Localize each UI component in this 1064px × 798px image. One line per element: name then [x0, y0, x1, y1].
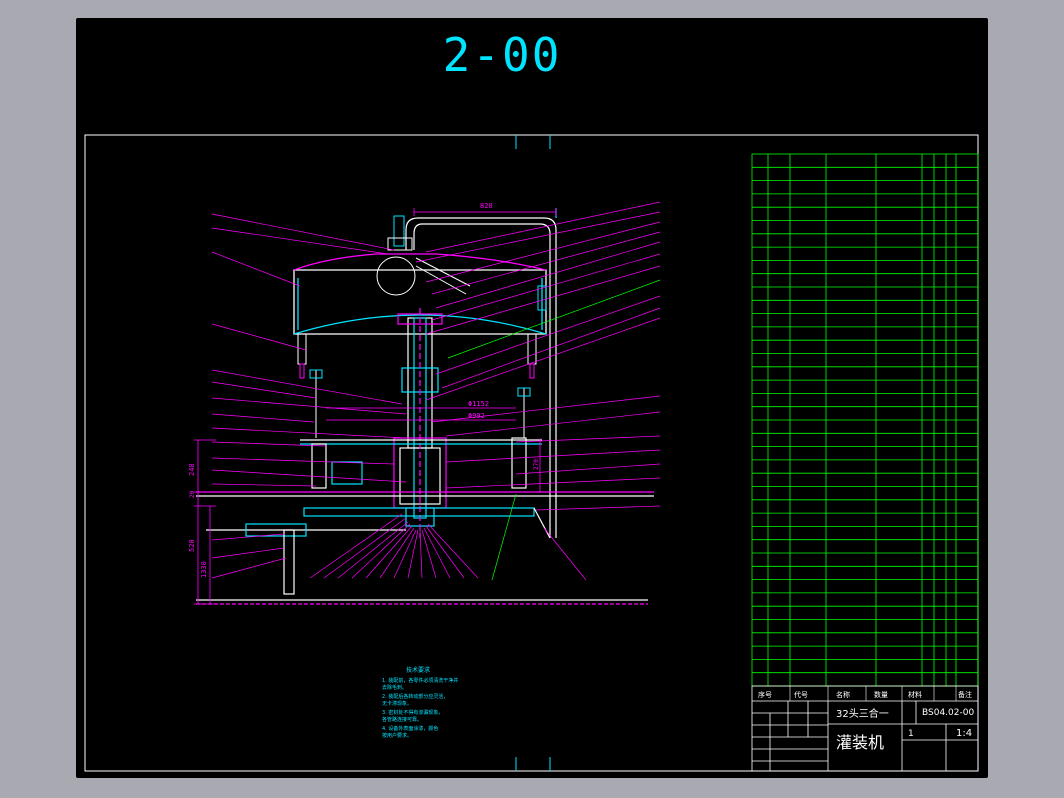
dim-left-2: 520	[188, 539, 196, 552]
leaders-bottom	[309, 493, 587, 581]
scale: 1:4	[956, 728, 972, 739]
notes-line-3: 无卡滞现象。	[382, 700, 412, 707]
part-name: 灌装机	[836, 733, 884, 752]
dim-820-label: 820	[480, 202, 493, 210]
notes-line-4: 3. 密封处不得有渗漏现象，	[382, 709, 443, 716]
notes-line-1: 去除毛刺。	[382, 684, 407, 691]
notes-heading: 技术要求	[406, 666, 430, 674]
tb-header-2: 名称	[836, 690, 850, 699]
tb-header-1: 代号	[794, 690, 808, 699]
nozzles	[297, 285, 547, 379]
dim-left-1: 240	[188, 463, 196, 476]
parts-list-table	[751, 153, 979, 687]
quantity: 1	[908, 729, 914, 739]
machine-subtitle: 32头三合一	[836, 707, 889, 720]
dim-diam-1: Φ1152	[468, 400, 489, 408]
cad-viewport[interactable]: 2-00 820 Φ1152 Φ992 240 520 1330 20 270 …	[76, 18, 988, 778]
cad-drawing: 820 Φ1152 Φ992 240 520 1330 20 270 技术要求 …	[84, 134, 979, 772]
leaders-left	[211, 213, 407, 579]
central-column	[393, 308, 447, 538]
notes-line-2: 2. 装配后各转动部分应灵活，	[382, 693, 448, 700]
technical-notes: 技术要求 1. 装配前，各零件必须清洗干净并 去除毛刺。 2. 装配后各转动部分…	[382, 666, 458, 739]
dim-left-4: 20	[189, 490, 196, 498]
notes-line-6: 4. 设备外表面涂漆，颜色	[382, 725, 438, 732]
machine-section: 820 Φ1152 Φ992 240 520 1330 20 270	[188, 201, 661, 605]
center-marks	[515, 135, 551, 771]
notes-line-5: 各管路连接可靠。	[382, 716, 422, 723]
tb-header-4: 材料	[908, 690, 922, 699]
dim-left-3: 1330	[200, 561, 208, 578]
title-block: 序号 代号 名称 数量 材料 备注 32头三合一 BS04.02-00 灌装机 …	[751, 685, 979, 772]
rotary-table	[300, 437, 542, 489]
drawing-number: BS04.02-00	[922, 708, 974, 718]
tb-header-0: 序号	[758, 690, 772, 699]
drawing-frame	[84, 134, 979, 772]
dim-right-1: 270	[533, 459, 540, 470]
base	[196, 491, 654, 605]
tb-header-5: 备注	[958, 690, 972, 699]
notes-line-7: 按用户要求。	[382, 732, 412, 739]
outer-frame	[84, 134, 979, 772]
tb-header-3: 数量	[874, 690, 888, 699]
notes-line-0: 1. 装配前，各零件必须清洗干净并	[382, 677, 458, 684]
